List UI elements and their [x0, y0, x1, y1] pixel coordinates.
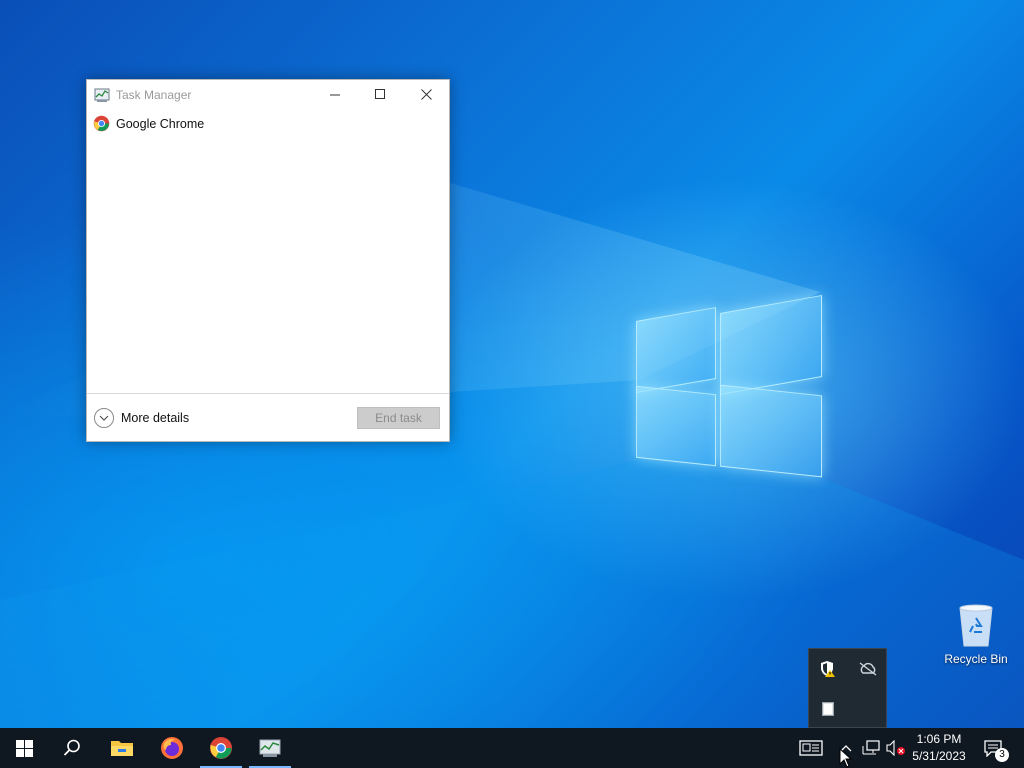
close-button[interactable]: [404, 80, 449, 109]
volume-button[interactable]: [885, 728, 907, 768]
app-name: Google Chrome: [116, 117, 205, 131]
news-icon: [799, 740, 823, 756]
network-button[interactable]: [861, 728, 881, 768]
clock[interactable]: 1:06 PM 5/31/2023: [908, 731, 970, 767]
windows-start-icon: [15, 739, 33, 757]
list-item[interactable]: Google Chrome: [87, 113, 449, 135]
search-icon: [63, 739, 80, 756]
task-manager-window[interactable]: Task Manager Google Chrome More details …: [86, 79, 450, 442]
news-button[interactable]: [795, 728, 827, 768]
minimize-button[interactable]: [313, 80, 358, 109]
maximize-button[interactable]: [358, 80, 403, 109]
windows-logo-wallpaper: [636, 290, 826, 482]
task-manager-icon: [94, 87, 111, 103]
minimize-icon: [330, 94, 340, 96]
app-tray-icon[interactable]: [818, 699, 838, 719]
search-button[interactable]: [48, 728, 96, 768]
footer-divider: [87, 393, 449, 394]
desktop-icon-recycle-bin[interactable]: Recycle Bin: [938, 600, 1014, 670]
maximize-icon: [375, 89, 385, 99]
chevron-down-icon: [94, 408, 114, 428]
file-explorer-icon: [111, 741, 133, 756]
more-details-button[interactable]: More details: [94, 408, 189, 428]
close-icon: [421, 89, 432, 100]
window-title: Task Manager: [116, 88, 192, 102]
recycle-bin-label: Recycle Bin: [944, 652, 1008, 666]
chrome-taskbar-button[interactable]: [197, 728, 245, 768]
end-task-button[interactable]: End task: [357, 407, 440, 429]
notification-count-badge: 3: [995, 748, 1009, 762]
taskbar: 1:06 PM 5/31/2023: [0, 728, 1024, 768]
security-warning-icon[interactable]: [818, 659, 838, 679]
task-manager-taskbar-button[interactable]: [246, 728, 294, 768]
chrome-icon: [93, 115, 110, 132]
start-button[interactable]: [0, 728, 48, 768]
volume-muted-icon: [886, 740, 905, 756]
network-icon: [862, 740, 880, 755]
title-bar[interactable]: Task Manager: [87, 80, 449, 110]
recycle-bin-icon: [959, 604, 993, 647]
firefox-button[interactable]: [148, 728, 196, 768]
onedrive-offline-icon[interactable]: [858, 659, 878, 679]
clock-time: 1:06 PM: [916, 732, 962, 746]
mouse-cursor-icon: [839, 748, 853, 768]
more-details-label: More details: [121, 411, 190, 425]
clock-date: 5/31/2023: [912, 749, 966, 763]
file-explorer-button[interactable]: [98, 728, 146, 768]
tray-overflow-flyout: [808, 648, 887, 728]
chrome-icon: [210, 737, 232, 759]
task-manager-icon: [259, 739, 281, 757]
firefox-icon: [161, 737, 183, 759]
